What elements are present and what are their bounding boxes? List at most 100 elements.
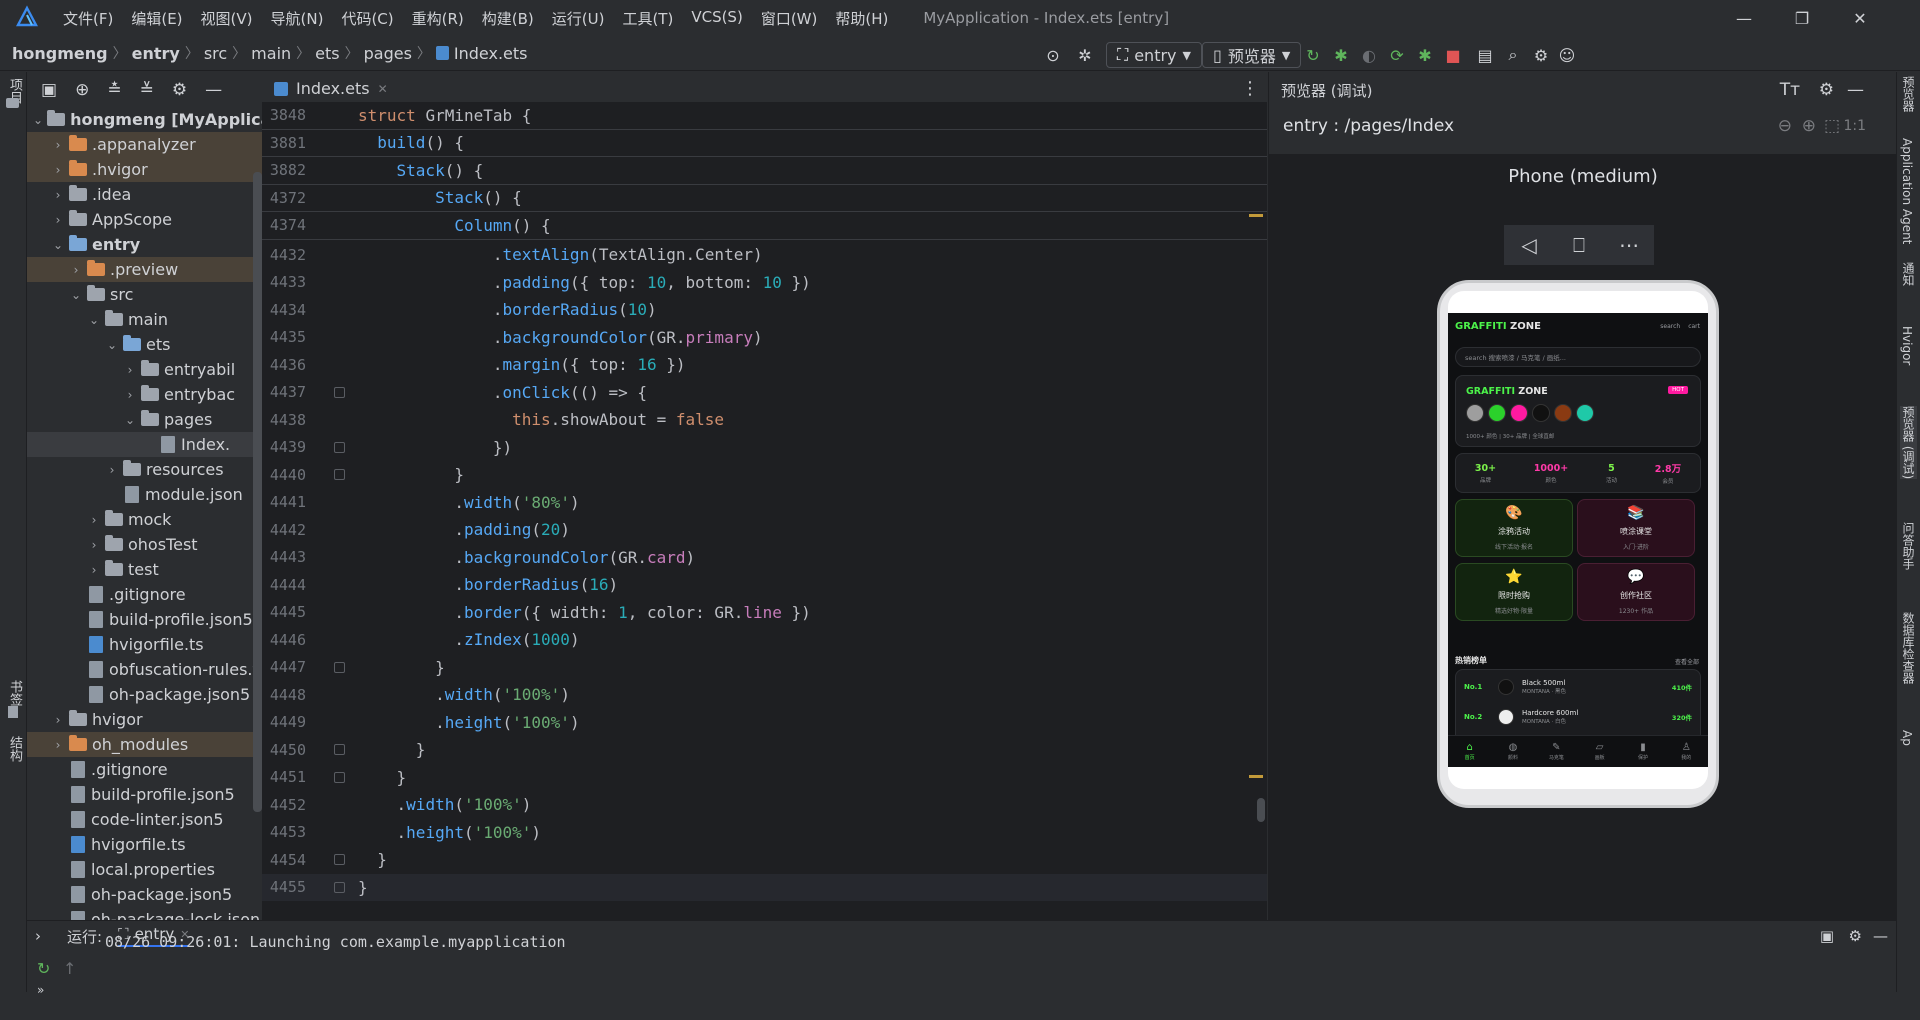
hide-panel-icon[interactable]: — [1847, 80, 1864, 100]
breadcrumb-item[interactable]: ets [315, 44, 339, 63]
code-line[interactable]: 4443 .backgroundColor(GR.card) [262, 544, 1267, 572]
menu-item[interactable]: 窗口(W) [752, 8, 827, 29]
color-swatch[interactable] [1488, 404, 1506, 422]
fit-screen-icon[interactable]: ⬚ [1824, 116, 1840, 136]
code-line[interactable]: 4451 } [262, 764, 1267, 792]
tree-item[interactable]: › .hvigor [27, 157, 262, 182]
zoom-in-icon[interactable]: ⊕ [1802, 116, 1816, 136]
sticky-code-line[interactable]: 3882 Stack() { [262, 157, 1267, 185]
sticky-code-line[interactable]: 3848 struct GrMineTab { [262, 102, 1267, 130]
chevron-down-icon[interactable]: ⌄ [123, 413, 137, 427]
chevron-right-icon[interactable]: › [51, 163, 65, 177]
ranking-row[interactable]: No.2 Hardcore 600ml MONTANA · 白色 320件 [1464, 702, 1698, 732]
code-line[interactable]: 4452 .width('100%') [262, 791, 1267, 819]
back-triangle-icon[interactable]: ◁ [1504, 225, 1554, 265]
code-line[interactable]: 4455} [262, 873, 1267, 901]
tree-item[interactable]: ⌄ main [27, 307, 262, 332]
tree-item[interactable]: › entrybac [27, 382, 262, 407]
hide-panel-icon[interactable]: — [1873, 927, 1888, 945]
expand-all-icon[interactable]: ≛ [107, 80, 121, 100]
code-line[interactable]: 4434 .borderRadius(10) [262, 296, 1267, 324]
chevron-right-icon[interactable]: › [51, 738, 65, 752]
menu-item[interactable]: 构建(B) [473, 8, 543, 29]
menu-item[interactable]: 代码(C) [332, 8, 402, 29]
panel-layout-icon[interactable]: ▣ [41, 80, 57, 100]
feature-tile[interactable]: 🎨 涂鸦活动 线下活动·报名 [1455, 499, 1573, 557]
bookmarks-tool-button[interactable]: 书签 [5, 680, 24, 706]
gear-icon[interactable]: ⚙ [1819, 80, 1834, 100]
tree-item[interactable]: › .preview [27, 257, 262, 282]
tree-item[interactable]: obfuscation-rules.t [27, 657, 262, 682]
menu-item[interactable]: 运行(U) [543, 8, 614, 29]
code-line[interactable]: 4447 } [262, 654, 1267, 682]
fold-marker-icon[interactable] [334, 661, 345, 673]
breadcrumb-item[interactable]: main [251, 44, 291, 63]
chevron-right-icon[interactable]: › [87, 563, 101, 577]
fold-marker-icon[interactable] [334, 881, 345, 893]
tree-item[interactable]: › .appanalyzer [27, 132, 262, 157]
maximize-button[interactable]: ❐ [1774, 0, 1830, 36]
tree-item[interactable]: ⌄ pages [27, 407, 262, 432]
app-tab-item[interactable]: ▮ 保护 [1621, 736, 1664, 767]
chevron-right-icon[interactable]: › [123, 388, 137, 402]
settings-icon[interactable]: ⚙ [1530, 42, 1552, 68]
right-tool-button[interactable]: 数据库检查器 [1900, 612, 1917, 684]
tree-item[interactable]: .gitignore [27, 582, 262, 607]
tree-item[interactable]: local.properties [27, 857, 262, 882]
sticky-code-line[interactable]: 3881 build() { [262, 129, 1267, 157]
code-line[interactable]: 4448 .width('100%') [262, 681, 1267, 709]
app-tab-item[interactable]: ✎ 马克笔 [1535, 736, 1578, 767]
sticky-code-line[interactable]: 4372 Stack() { [262, 184, 1267, 212]
breadcrumb-item[interactable]: Index.ets [435, 44, 528, 63]
gear-icon[interactable]: ⚙ [172, 80, 187, 100]
right-tool-button[interactable]: Ap [1900, 730, 1914, 746]
color-swatch[interactable] [1466, 404, 1484, 422]
tree-item[interactable]: › oh_modules [27, 732, 262, 757]
target-icon[interactable]: ⊙ [1040, 42, 1066, 68]
chevron-down-icon[interactable]: ⌄ [105, 338, 119, 352]
debug-icon[interactable]: ✱ [1330, 42, 1352, 68]
tree-item[interactable]: › AppScope [27, 207, 262, 232]
text-size-icon[interactable]: Tт [1780, 80, 1800, 100]
chevron-right-icon[interactable]: › [87, 538, 101, 552]
rerun-icon[interactable]: ↻ [1302, 42, 1324, 68]
fold-marker-icon[interactable] [334, 441, 345, 453]
chevron-right-icon[interactable]: › [51, 188, 65, 202]
menu-item[interactable]: 帮助(H) [826, 8, 897, 29]
ranking-row[interactable]: No.1 Black 500ml MONTANA · 黑色 410件 [1464, 672, 1698, 702]
fold-marker-icon[interactable] [334, 854, 345, 866]
right-tool-button[interactable]: 问答助手 [1900, 522, 1917, 570]
menu-item[interactable]: 视图(V) [192, 8, 262, 29]
nav-cart-link[interactable]: cart [1688, 323, 1700, 330]
code-line[interactable]: 4439 }) [262, 434, 1267, 462]
reload-icon[interactable]: ⟳ [1386, 42, 1408, 68]
attach-icon[interactable]: ◐ [1358, 42, 1380, 68]
hero-card[interactable]: GRAFFITI ZONE HOT 1000+ 颜色 | 30+ 品牌 | 全球… [1455, 375, 1701, 447]
close-tab-icon[interactable]: ✕ [378, 82, 388, 96]
chevron-right-icon[interactable]: › [51, 713, 65, 727]
menu-item[interactable]: 工具(T) [613, 8, 682, 29]
gear-icon[interactable]: ⚙ [1849, 927, 1862, 945]
menu-item[interactable]: 重构(R) [403, 8, 473, 29]
close-window-button[interactable]: ✕ [1832, 0, 1888, 36]
chevron-right-icon[interactable]: › [69, 263, 83, 277]
chevron-down-icon[interactable]: ⌄ [51, 238, 65, 252]
code-line[interactable]: 4442 .padding(20) [262, 516, 1267, 544]
project-scrollbar[interactable] [253, 172, 262, 812]
minimize-button[interactable]: — [1716, 0, 1772, 36]
breadcrumb-item[interactable]: hongmeng [12, 44, 108, 63]
collapse-all-icon[interactable]: ≚ [140, 80, 154, 100]
scroll-up-icon[interactable]: ↑ [63, 959, 76, 978]
code-line[interactable]: 4435 .backgroundColor(GR.primary) [262, 324, 1267, 352]
hide-panel-icon[interactable]: — [205, 80, 222, 100]
chevron-down-icon[interactable]: ⌄ [33, 113, 43, 127]
menu-item[interactable]: VCS(S) [682, 8, 751, 29]
device-dropdown[interactable]: ▯ 预览器 ▼ [1202, 42, 1302, 68]
chevron-right-icon[interactable]: › [123, 363, 137, 377]
code-line[interactable]: 4453 .height('100%') [262, 819, 1267, 847]
app-tab-item[interactable]: ◍ 颜料 [1491, 736, 1534, 767]
code-line[interactable]: 4445 .border({ width: 1, color: GR.line … [262, 599, 1267, 627]
chevron-right-icon[interactable]: › [105, 463, 119, 477]
tree-item[interactable]: › ohosTest [27, 532, 262, 557]
more-icon[interactable]: ⋯ [1604, 225, 1654, 265]
